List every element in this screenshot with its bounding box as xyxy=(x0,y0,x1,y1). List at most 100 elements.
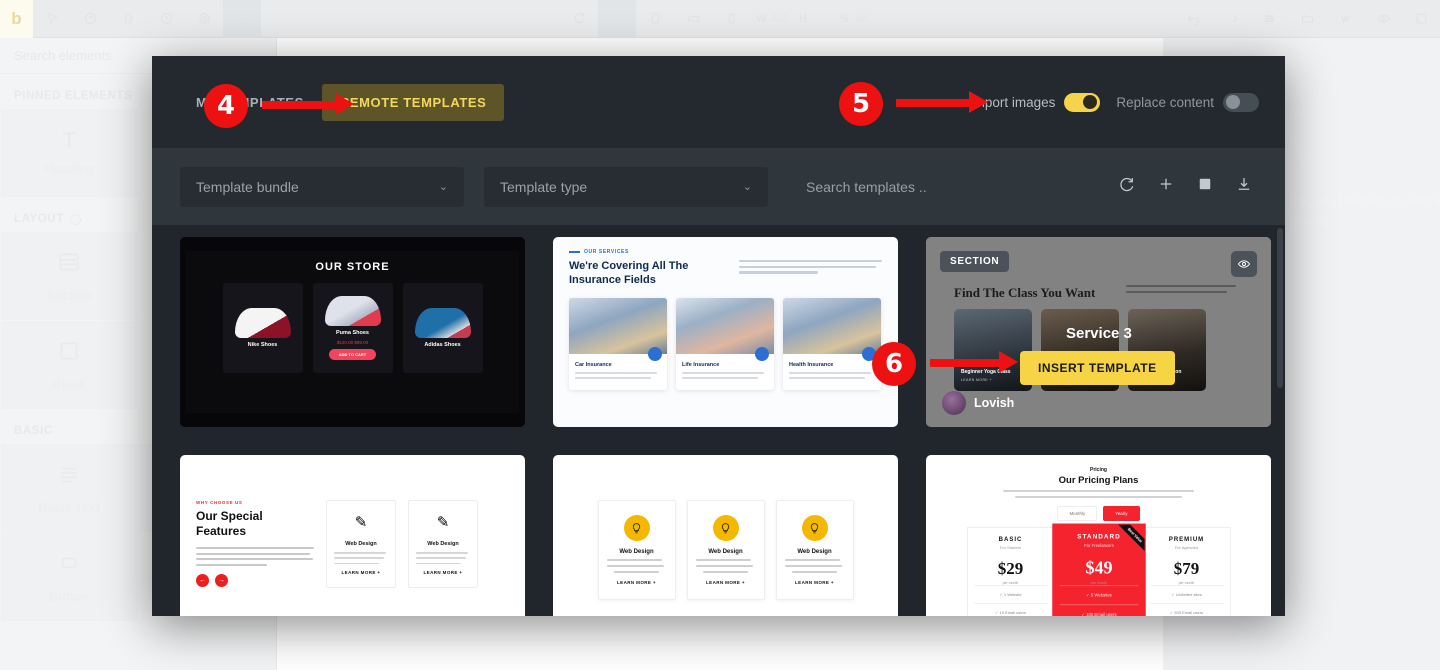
feature-title: Web Design xyxy=(708,549,743,555)
family-icon xyxy=(755,346,769,361)
landscape-icon[interactable] xyxy=(674,0,712,38)
insert-template-button[interactable]: INSERT TEMPLATE xyxy=(1020,351,1175,385)
arrow-left-icon[interactable]: ← xyxy=(196,573,209,587)
text-line xyxy=(334,562,380,565)
billing-monthly-button: Monthly xyxy=(1057,506,1098,521)
plan-amount: $29 xyxy=(997,559,1024,578)
product-card: Puma Shoes $120.00 $99.00 ADD TO CART xyxy=(312,283,393,373)
toggle-knob xyxy=(1083,95,1098,109)
insurance-eyebrow: OUR SERVICES xyxy=(569,249,882,255)
insurance-photo xyxy=(569,297,667,361)
device-icon[interactable] xyxy=(109,0,147,38)
pricing-plans: BASIC For Starters $29 per month ✓ 1 Web… xyxy=(944,523,1253,616)
zoom-value[interactable]: 94 xyxy=(849,0,875,38)
template-card-our-store[interactable]: OUR STORE Nike Shoes Puma Shoes $120.00 … xyxy=(180,237,525,427)
text-line xyxy=(739,265,877,268)
sidebar-item-heading[interactable]: T Heading xyxy=(1,109,138,197)
import-images-toggle[interactable] xyxy=(1064,92,1101,112)
section-icon xyxy=(56,249,82,279)
pricing-plan-featured: Best Value STANDARD For Freelancers $49 … xyxy=(1051,523,1146,616)
sidebar-item-basic-text[interactable]: Basic Text xyxy=(1,444,138,532)
section-heading: Find The Class You Want xyxy=(954,285,1096,300)
pricing-eyebrow: Pricing xyxy=(1090,467,1107,473)
download-icon[interactable] xyxy=(1235,175,1253,198)
replace-content-toggle[interactable] xyxy=(1223,92,1259,112)
height-value[interactable] xyxy=(807,0,833,38)
feature-title: Web Design xyxy=(427,541,459,547)
annotation-arrow-4 xyxy=(262,93,354,115)
save-icon[interactable] xyxy=(1402,0,1440,38)
sidebar-item-block[interactable]: Block xyxy=(1,321,138,409)
button-icon xyxy=(56,550,82,580)
template-type-value: Template type xyxy=(500,178,588,195)
undo-icon[interactable] xyxy=(1174,0,1212,38)
history-icon[interactable] xyxy=(147,0,185,38)
height-label: H xyxy=(799,12,807,25)
sidebar-item-button[interactable]: Button xyxy=(1,533,138,621)
search-templates-input[interactable]: Search templates .. xyxy=(788,179,1098,195)
insurance-card: Health Insurance xyxy=(783,297,881,390)
brand-logo[interactable]: b xyxy=(0,0,33,38)
desktop-icon[interactable] xyxy=(598,0,637,38)
arrow-head xyxy=(999,351,1018,373)
modal-filter-bar: Template bundle ⌄ Template type ⌄ Search… xyxy=(152,148,1285,225)
sidebar-item-label: Section xyxy=(46,289,92,303)
text-line xyxy=(575,377,651,380)
billing-switch: Monthly Yearly xyxy=(944,506,1253,521)
avatar xyxy=(942,391,966,415)
preview-icon[interactable] xyxy=(1364,0,1402,38)
modal-scrollbar[interactable] xyxy=(1277,228,1283,388)
layers-icon[interactable] xyxy=(1250,0,1288,38)
save-icon[interactable] xyxy=(1196,175,1214,198)
template-bundle-select[interactable]: Template bundle ⌄ xyxy=(180,166,464,207)
folder-icon[interactable] xyxy=(1288,0,1326,38)
arrow-right-icon[interactable]: → xyxy=(215,573,228,587)
help-icon[interactable] xyxy=(71,0,109,38)
text-line xyxy=(196,563,267,566)
width-value[interactable]: 802 xyxy=(767,0,793,38)
lightbulb-icon xyxy=(623,515,650,541)
add-icon[interactable] xyxy=(223,0,261,38)
replace-content-option: Replace content xyxy=(1116,92,1259,112)
template-card-section-hovered[interactable]: SECTION Find The Class You Want Beginner… xyxy=(926,237,1271,427)
template-card-web-design[interactable]: Web Design LEARN MORE + Web Design LEARN… xyxy=(553,455,898,616)
insurance-photo xyxy=(676,297,774,361)
chevron-down-icon: ⌄ xyxy=(742,181,752,193)
sidebar-section-title: BASIC xyxy=(14,425,53,437)
refresh-icon[interactable] xyxy=(560,0,598,38)
tablet-icon[interactable] xyxy=(636,0,674,38)
design-icon: ✎ xyxy=(354,514,368,531)
refresh-icon[interactable] xyxy=(1118,175,1136,198)
annotation-arrow-6 xyxy=(930,351,1018,373)
text-line xyxy=(1126,290,1228,293)
template-type-select[interactable]: Template type ⌄ xyxy=(484,166,768,207)
sidebar-item-section[interactable]: Section xyxy=(1,232,138,320)
text-line xyxy=(1002,490,1195,492)
settings-icon[interactable] xyxy=(185,0,223,38)
text-line xyxy=(416,562,462,565)
text-line xyxy=(695,565,754,567)
add-icon[interactable] xyxy=(1157,175,1175,198)
feature-cta: LEARN MORE + xyxy=(341,570,381,576)
template-card-pricing[interactable]: Pricing Our Pricing Plans Monthly Yearly… xyxy=(926,455,1271,616)
wordpress-icon[interactable] xyxy=(1326,0,1364,38)
annotation-marker-6: 6 xyxy=(872,342,916,386)
redo-icon[interactable] xyxy=(1212,0,1250,38)
mobile-icon[interactable] xyxy=(712,0,750,38)
templates-grid-container[interactable]: OUR STORE Nike Shoes Puma Shoes $120.00 … xyxy=(152,225,1285,616)
info-icon[interactable] xyxy=(69,213,81,225)
template-card-insurance[interactable]: OUR SERVICES We're Covering All The Insu… xyxy=(553,237,898,427)
drag-cursor-icon xyxy=(1284,130,1440,178)
feature-cta: LEARN MORE + xyxy=(706,580,745,585)
insurance-photo xyxy=(783,297,881,361)
preview-eye-icon[interactable] xyxy=(1231,251,1257,277)
text-line xyxy=(334,552,386,554)
canvas-hint-line1: Drag an element to add it to your xyxy=(1284,192,1440,208)
feature-card: ✎ Web Design LEARN MORE + xyxy=(326,500,396,589)
text-line xyxy=(606,565,665,567)
cursor-icon[interactable] xyxy=(33,0,71,38)
annotation-arrow-5 xyxy=(896,91,988,113)
template-card-special-features[interactable]: WHY CHOOSE US Our Special Features ← → ✎ xyxy=(180,455,525,616)
tile-meta: LEARN MORE + xyxy=(961,378,992,382)
insurance-title: Life Insurance xyxy=(682,361,720,368)
